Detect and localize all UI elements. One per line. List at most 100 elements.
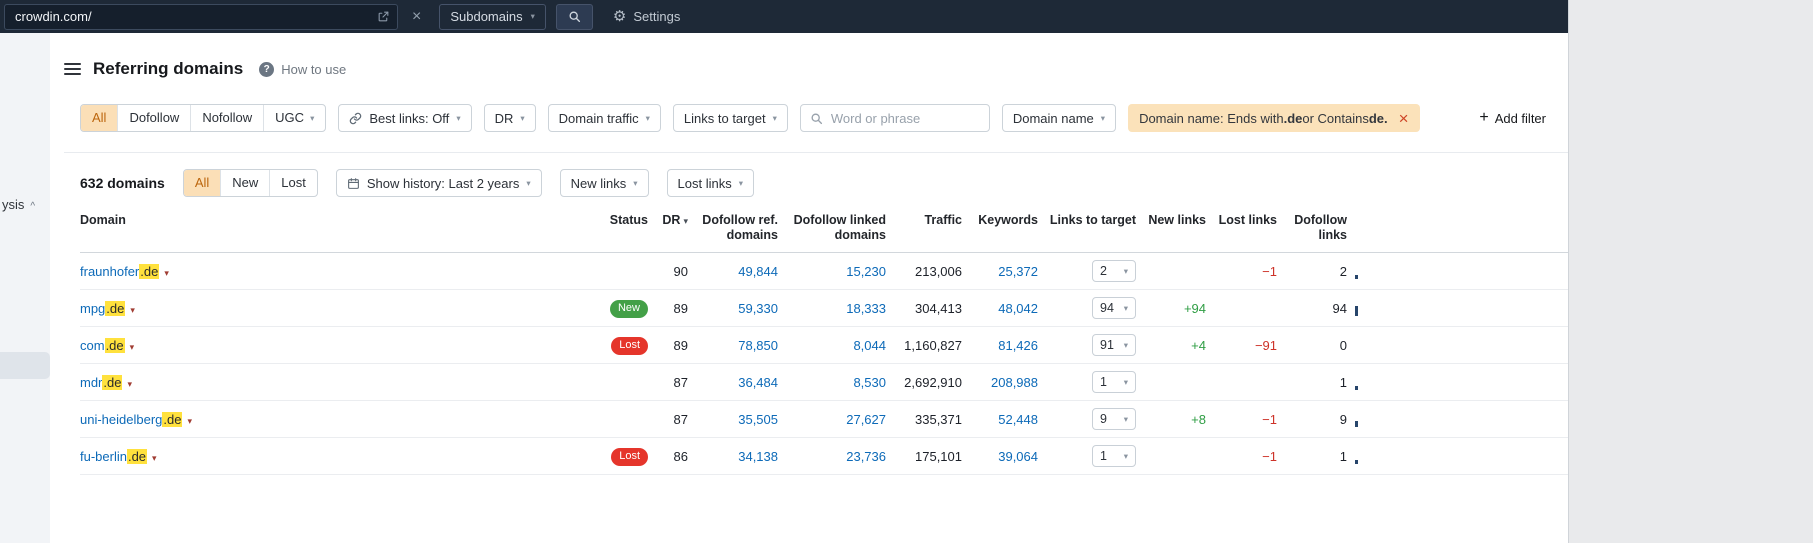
domain-dropdown-icon[interactable]: ▾ — [127, 379, 132, 389]
dofollow-ref-domains-link[interactable]: 36,484 — [738, 375, 778, 390]
links-to-target-label: Links to target — [683, 110, 766, 126]
col-traffic[interactable]: Traffic — [886, 213, 962, 228]
target-url-input[interactable] — [4, 3, 398, 30]
chevron-down-icon: ▾ — [1123, 413, 1128, 424]
dofollow-ref-domains-link[interactable]: 59,330 — [738, 301, 778, 316]
best-links-dropdown[interactable]: Best links: Off ▾ — [338, 104, 472, 132]
dofollow-linked-domains-link[interactable]: 15,230 — [846, 264, 886, 279]
traffic-value: 175,101 — [915, 448, 962, 464]
col-dofollow-linked-domains[interactable]: Dofollow linked domains — [778, 213, 886, 243]
open-external-icon[interactable] — [377, 10, 390, 28]
col-domain[interactable]: Domain — [80, 213, 600, 228]
links-to-target-select[interactable]: 94 ▾ — [1092, 297, 1136, 319]
search-button[interactable] — [555, 3, 593, 30]
results-toolbar: 632 domains All New Lost Show history: L… — [80, 169, 1568, 197]
keywords-link[interactable]: 81,426 — [998, 338, 1038, 353]
dofollow-linked-domains-link[interactable]: 23,736 — [846, 449, 886, 464]
dofollow-ref-domains-link[interactable]: 78,850 — [738, 338, 778, 353]
links-to-target-select[interactable]: 9 ▾ — [1092, 408, 1136, 430]
left-rail: ysis ^ — [0, 33, 50, 543]
lost-links-dropdown[interactable]: Lost links ▾ — [666, 169, 755, 197]
lost-links-value: −1 — [1262, 263, 1277, 279]
tab-status-new[interactable]: New — [220, 170, 269, 196]
chevron-down-icon: ▾ — [1123, 450, 1128, 461]
domain-link[interactable]: com — [80, 338, 105, 353]
links-to-target-select[interactable]: 1 ▾ — [1092, 445, 1136, 467]
keywords-link[interactable]: 25,372 — [998, 264, 1038, 279]
domain-link[interactable]: fu-berlin — [80, 449, 127, 464]
remove-filter-icon[interactable]: × — [1399, 110, 1409, 127]
dofollow-ref-domains-link[interactable]: 34,138 — [738, 449, 778, 464]
scope-dropdown[interactable]: Subdomains ▾ — [439, 3, 546, 30]
table-row: fraunhofer.de ▾ 90 49,844 15,230 213,006 25,37… — [80, 253, 1568, 290]
menu-icon[interactable] — [64, 63, 81, 75]
domain-name-dropdown[interactable]: Domain name ▾ — [1001, 104, 1117, 132]
keywords-link[interactable]: 48,042 — [998, 301, 1038, 316]
tab-status-all[interactable]: All — [183, 170, 221, 196]
how-to-use-link[interactable]: ? How to use — [259, 61, 346, 77]
dofollow-ref-domains-link[interactable]: 49,844 — [738, 264, 778, 279]
lost-links-value: −1 — [1262, 411, 1277, 427]
col-dofollow-ref-domains[interactable]: Dofollow ref. domains — [688, 213, 778, 243]
domain-link[interactable]: uni-heidelberg — [80, 412, 162, 427]
keywords-link[interactable]: 39,064 — [998, 449, 1038, 464]
filter-chip-text: Domain name: Ends with — [1139, 110, 1284, 126]
dofollow-linked-domains-cell: 18,333 — [778, 301, 886, 316]
dofollow-linked-domains-link[interactable]: 8,044 — [853, 338, 886, 353]
tab-dofollow[interactable]: Dofollow — [117, 105, 190, 131]
new-links-dropdown[interactable]: New links ▾ — [559, 169, 649, 197]
domain-link[interactable]: fraunhofer — [80, 264, 139, 279]
domain-dropdown-icon[interactable]: ▾ — [130, 342, 135, 352]
dofollow-linked-domains-link[interactable]: 18,333 — [846, 301, 886, 316]
dr-value: 89 — [673, 337, 688, 353]
domain-dropdown-icon[interactable]: ▾ — [164, 268, 169, 278]
dofollow-links-value: 2 — [1339, 263, 1347, 279]
links-to-target-select[interactable]: 1 ▾ — [1092, 371, 1136, 393]
dofollow-ref-domains-cell: 49,844 — [688, 264, 778, 279]
col-lost-links[interactable]: Lost links — [1206, 213, 1277, 228]
status-badge: Lost — [611, 336, 648, 355]
dofollow-linked-domains-link[interactable]: 8,530 — [853, 375, 886, 390]
dofollow-linked-domains-link[interactable]: 27,627 — [846, 412, 886, 427]
col-links-to-target[interactable]: Links to target — [1038, 213, 1136, 228]
sidebar-item-partial-label: ysis — [2, 197, 25, 212]
domain-match-highlight: .de — [104, 337, 125, 353]
tab-status-lost[interactable]: Lost — [269, 170, 317, 196]
col-keywords[interactable]: Keywords — [962, 213, 1038, 228]
settings-button[interactable]: ⚙ Settings — [613, 9, 680, 24]
domain-dropdown-icon[interactable]: ▾ — [152, 453, 157, 463]
chevron-down-icon: ▾ — [526, 177, 531, 188]
word-search-input[interactable] — [799, 104, 990, 132]
dofollow-ref-domains-link[interactable]: 35,505 — [738, 412, 778, 427]
keywords-link[interactable]: 52,448 — [998, 412, 1038, 427]
domain-link[interactable]: mdr — [80, 375, 102, 390]
domain-dropdown-icon[interactable]: ▾ — [130, 305, 135, 315]
status-cell: New — [600, 299, 648, 318]
tab-ugc[interactable]: UGC ▾ — [263, 105, 325, 131]
domain-traffic-dropdown[interactable]: Domain traffic ▾ — [547, 104, 661, 132]
lost-links-value: −1 — [1262, 448, 1277, 464]
tab-nofollow[interactable]: Nofollow — [190, 105, 263, 131]
spark-cell — [1347, 263, 1373, 279]
sidebar-selected-item-partial[interactable] — [0, 352, 50, 379]
col-status[interactable]: Status — [600, 213, 648, 228]
tab-all[interactable]: All — [81, 105, 118, 131]
links-to-target-select[interactable]: 2 ▾ — [1092, 260, 1136, 282]
search-icon — [569, 11, 580, 23]
keywords-link[interactable]: 208,988 — [991, 375, 1038, 390]
show-history-dropdown[interactable]: Show history: Last 2 years ▾ — [335, 169, 542, 197]
dofollow-ref-domains-cell: 36,484 — [688, 375, 778, 390]
col-dr[interactable]: DR ▾ — [648, 213, 688, 229]
domain-link[interactable]: mpg — [80, 301, 105, 316]
domain-dropdown-icon[interactable]: ▾ — [187, 416, 192, 426]
sidebar-item-partial[interactable]: ysis ^ — [2, 197, 35, 212]
active-filter-chip[interactable]: Domain name: Ends with .de or Contains d… — [1128, 104, 1420, 132]
dr-filter-dropdown[interactable]: DR ▾ — [483, 104, 536, 132]
links-to-target-dropdown[interactable]: Links to target ▾ — [672, 104, 788, 132]
clear-target-icon[interactable]: × — [412, 8, 421, 25]
links-to-target-select[interactable]: 91 ▾ — [1092, 334, 1136, 356]
col-new-links[interactable]: New links — [1136, 213, 1206, 228]
col-dofollow-links[interactable]: Dofollow links — [1277, 213, 1347, 243]
add-filter-button[interactable]: + Add filter — [1479, 110, 1546, 126]
domain-cell: uni-heidelberg.de ▾ — [80, 411, 600, 427]
